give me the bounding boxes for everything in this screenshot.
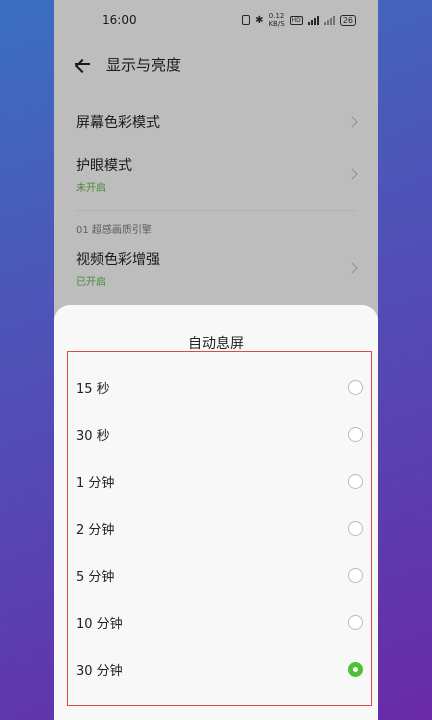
phone-screen: 16:00 ✱ 0.12 KB/S HD 26 显示与亮度 屏幕色彩模式 护眼模… bbox=[54, 0, 378, 720]
option-label: 1 分钟 bbox=[76, 476, 115, 491]
option-30-seconds[interactable]: 30 秒 bbox=[68, 411, 371, 458]
option-label: 30 秒 bbox=[76, 429, 110, 444]
radio-unchecked-icon[interactable] bbox=[348, 615, 363, 630]
options-highlight-box: 15 秒 30 秒 1 分钟 2 分钟 5 分钟 10 分钟 30 分钟 bbox=[67, 351, 372, 706]
option-label: 30 分钟 bbox=[76, 664, 123, 679]
option-label: 2 分钟 bbox=[76, 523, 115, 538]
radio-unchecked-icon[interactable] bbox=[348, 521, 363, 536]
auto-screen-off-sheet: 自动息屏 15 秒 30 秒 1 分钟 2 分钟 5 分钟 10 分钟 30 分… bbox=[54, 305, 378, 720]
option-10-minutes[interactable]: 10 分钟 bbox=[68, 599, 371, 646]
option-30-minutes[interactable]: 30 分钟 bbox=[68, 646, 371, 693]
option-5-minutes[interactable]: 5 分钟 bbox=[68, 552, 371, 599]
option-2-minutes[interactable]: 2 分钟 bbox=[68, 505, 371, 552]
option-1-minute[interactable]: 1 分钟 bbox=[68, 458, 371, 505]
radio-unchecked-icon[interactable] bbox=[348, 568, 363, 583]
radio-unchecked-icon[interactable] bbox=[348, 427, 363, 442]
radio-checked-icon[interactable] bbox=[348, 662, 363, 677]
option-label: 10 分钟 bbox=[76, 617, 123, 632]
sheet-title: 自动息屏 bbox=[188, 336, 244, 352]
radio-unchecked-icon[interactable] bbox=[348, 380, 363, 395]
radio-unchecked-icon[interactable] bbox=[348, 474, 363, 489]
option-label: 5 分钟 bbox=[76, 570, 115, 585]
option-15-seconds[interactable]: 15 秒 bbox=[68, 364, 371, 411]
option-label: 15 秒 bbox=[76, 382, 110, 397]
